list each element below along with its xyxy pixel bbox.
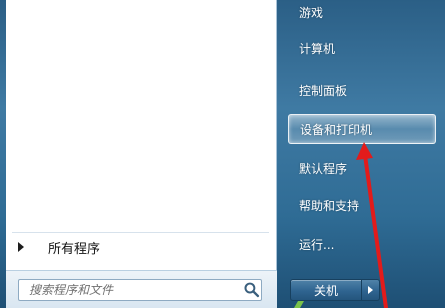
chevron-right-icon <box>368 286 373 294</box>
search-icon[interactable] <box>243 281 261 299</box>
right-item-label: 控制面板 <box>299 83 348 98</box>
left-divider <box>12 232 269 233</box>
windows-flag-icon <box>294 301 304 308</box>
right-links-panel: 游戏 计算机 控制面板 设备和打印机 默认程序 帮助和支持 运行... <box>281 0 445 308</box>
search-box[interactable] <box>18 279 262 301</box>
all-programs-item[interactable]: 所有程序 <box>12 236 270 258</box>
shutdown-button[interactable]: 关机 <box>290 279 362 301</box>
right-item-label: 帮助和支持 <box>299 198 360 213</box>
all-programs-label: 所有程序 <box>48 241 101 257</box>
start-menu: 所有程序 游戏 计算机 控制面板 设备和打印机 默认程序 帮助和支持 运行... <box>0 0 445 308</box>
right-item-control-panel[interactable]: 控制面板 <box>288 75 436 105</box>
right-item-default-programs[interactable]: 默认程序 <box>288 153 436 183</box>
right-item-run[interactable]: 运行... <box>288 229 436 259</box>
left-programs-panel <box>6 0 277 270</box>
shutdown-options-button[interactable] <box>362 279 380 301</box>
right-item-label: 设备和打印机 <box>300 122 373 137</box>
right-item-label: 运行... <box>299 237 335 252</box>
triangle-right-icon <box>18 242 24 252</box>
right-item-label: 默认程序 <box>299 161 348 176</box>
right-item-devices-printers[interactable]: 设备和打印机 <box>288 114 436 144</box>
right-item-help-support[interactable]: 帮助和支持 <box>288 190 436 220</box>
right-item-label: 游戏 <box>299 5 324 20</box>
search-input[interactable] <box>27 280 238 300</box>
right-item-games[interactable]: 游戏 <box>288 0 436 27</box>
right-item-computer[interactable]: 计算机 <box>288 33 436 63</box>
right-item-label: 计算机 <box>299 41 336 56</box>
shutdown-group: 关机 <box>290 279 380 301</box>
